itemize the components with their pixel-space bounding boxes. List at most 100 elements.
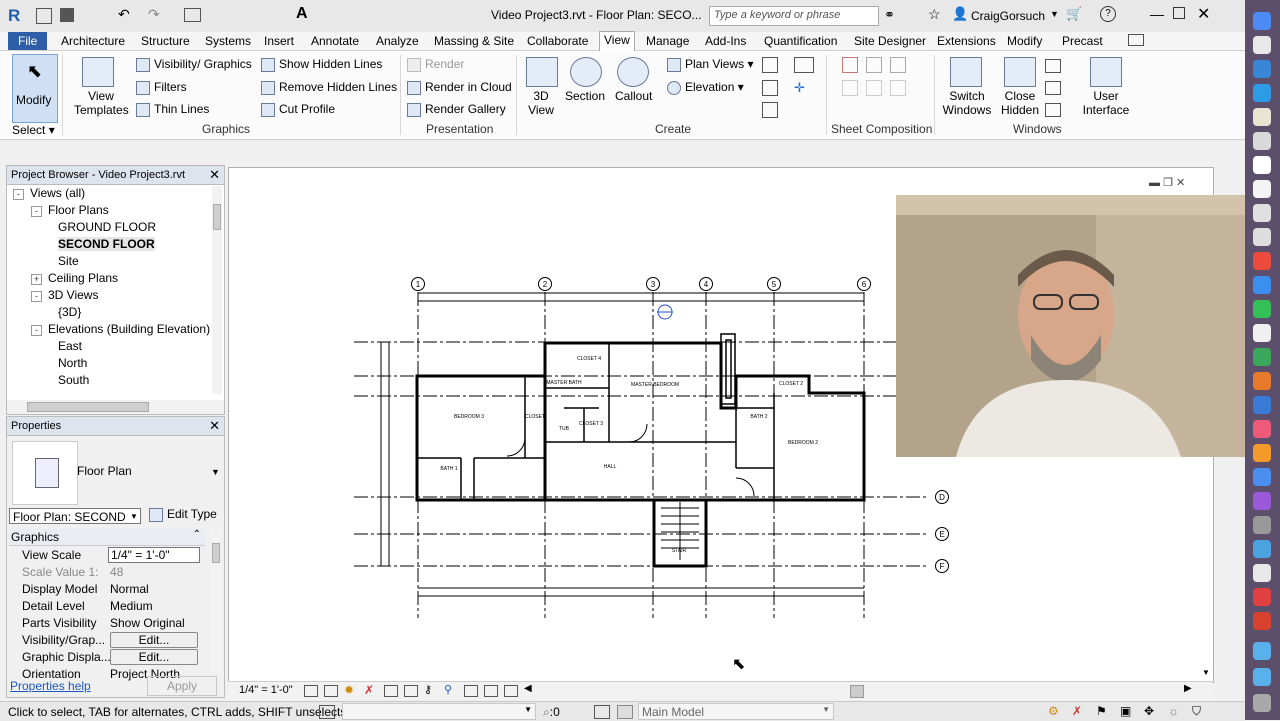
view-scale[interactable]: 1/4" = 1'-0" (239, 684, 293, 696)
property-row[interactable]: Display Model Normal (15, 581, 203, 598)
photos-icon[interactable] (1253, 252, 1271, 270)
tab-modify[interactable]: Modify (1007, 33, 1042, 49)
workset-dropdown[interactable]: ▼ (342, 703, 536, 720)
scroll-down-icon[interactable]: ▼ (1202, 668, 1210, 677)
app-icon[interactable] (1253, 108, 1271, 126)
tree-item[interactable]: East (58, 339, 82, 353)
help-icon[interactable]: ? (1100, 6, 1116, 22)
expand-icon[interactable]: + (31, 274, 42, 285)
tile-icon[interactable] (1045, 103, 1061, 117)
3d-view-button[interactable]: 3D View (526, 89, 556, 117)
music-icon[interactable] (1253, 420, 1271, 438)
horizontal-scroll-thumb[interactable] (850, 685, 864, 698)
app-icon[interactable] (1253, 36, 1271, 54)
tab-analyze[interactable]: Analyze (376, 33, 419, 49)
unlocked-3d-icon[interactable]: ⚷ (424, 683, 432, 696)
property-value[interactable]: 48 (110, 565, 123, 579)
property-row[interactable]: Detail Level Medium (15, 598, 203, 615)
facetime-icon[interactable] (1253, 300, 1271, 318)
replicate-icon[interactable] (1045, 59, 1061, 73)
visibility-graphics-button[interactable]: Visibility/ Graphics (136, 57, 252, 72)
tab-collaborate[interactable]: Collaborate (527, 33, 588, 49)
scroll-left-icon[interactable]: ◀ (524, 683, 532, 694)
maps-icon[interactable] (1253, 228, 1271, 246)
property-row[interactable]: Scale Value 1: 48 (15, 564, 203, 581)
property-value[interactable]: Normal (110, 582, 149, 596)
filters-button[interactable]: Filters (136, 80, 187, 95)
grid-bubble[interactable]: D (935, 490, 949, 504)
tree-item[interactable]: - Elevations (Building Elevation) (31, 322, 210, 336)
close-icon[interactable]: ✕ (1197, 4, 1210, 24)
scroll-right-icon[interactable]: ▶ (1184, 683, 1192, 694)
visual-style-icon[interactable] (324, 685, 338, 697)
drafting-view-icon[interactable] (794, 57, 814, 73)
tree-item[interactable]: Site (58, 254, 79, 268)
app-icon[interactable] (1253, 612, 1271, 630)
apply-button[interactable]: Apply (147, 676, 217, 696)
render-in-cloud-button[interactable]: Render in Cloud (407, 80, 512, 95)
folder-icon[interactable] (1253, 642, 1271, 660)
scroll-thumb[interactable] (212, 543, 220, 563)
restore-icon[interactable] (1173, 7, 1185, 19)
instance-dropdown[interactable]: Floor Plan: SECOND FL (9, 508, 141, 524)
shadows-icon[interactable]: ✗ (364, 683, 374, 697)
tab-extensions[interactable]: Extensions (937, 33, 996, 49)
placeholder-sheet-icon[interactable] (866, 57, 882, 73)
edit-type-button[interactable]: Edit Type (149, 507, 217, 522)
tree-item[interactable]: + Ceiling Plans (31, 271, 118, 285)
tab-structure[interactable]: Structure (141, 33, 190, 49)
tab-systems[interactable]: Systems (205, 33, 251, 49)
cart-icon[interactable]: 🛒 (1066, 6, 1082, 22)
user-name[interactable]: CraigGorsuch (971, 9, 1045, 23)
app-icon[interactable] (1253, 372, 1271, 390)
app-icon[interactable] (1253, 564, 1271, 582)
tab-add-ins[interactable]: Add-Ins (705, 33, 746, 49)
modify-button[interactable]: ⬉ Modify (12, 54, 58, 123)
property-value[interactable]: Medium (110, 599, 153, 613)
callout-button[interactable]: Callout (615, 89, 652, 103)
horizontal-scrollbar[interactable] (7, 400, 224, 414)
podcasts-icon[interactable] (1253, 492, 1271, 510)
redo-icon[interactable]: ↷ (148, 6, 160, 23)
user-interface-button[interactable]: User Interface (1082, 89, 1130, 117)
group-header[interactable]: Graphics ⌃ (9, 529, 205, 546)
tab-site-designer[interactable]: Site Designer (854, 33, 926, 49)
drag-elements-icon[interactable]: ✥ (1144, 704, 1154, 718)
temp-view-props-icon[interactable] (484, 685, 498, 697)
cut-profile-button[interactable]: Cut Profile (261, 102, 335, 117)
property-value[interactable]: 1/4" = 1'-0" (108, 547, 200, 563)
property-row[interactable]: View Scale 1/4" = 1'-0" (15, 547, 203, 564)
chevron-down-icon[interactable]: ▼ (822, 705, 830, 714)
print-icon[interactable] (184, 8, 201, 22)
app-icon[interactable] (1253, 540, 1271, 558)
app-store-icon[interactable] (1253, 468, 1271, 486)
chrome-icon[interactable] (1253, 588, 1271, 606)
tree-item[interactable]: SECOND FLOOR (58, 237, 155, 251)
active-option-icon[interactable] (617, 705, 633, 719)
undo-icon[interactable]: ↶ (118, 6, 130, 23)
open-icon[interactable] (36, 8, 52, 24)
cascade-icon[interactable] (1045, 81, 1061, 95)
revit-logo[interactable]: R (8, 6, 24, 25)
search-input[interactable]: Type a keyword or phrase (709, 6, 879, 26)
collapse-icon[interactable]: - (31, 325, 42, 336)
tree-item[interactable]: GROUND FLOOR (58, 220, 156, 234)
notes-icon[interactable] (1253, 180, 1271, 198)
chevron-down-icon[interactable]: ▼ (1050, 9, 1059, 19)
close-hidden-button[interactable]: Close Hidden (998, 89, 1042, 117)
keynote-icon[interactable] (1253, 396, 1271, 414)
tree-item[interactable]: - Floor Plans (31, 203, 109, 217)
select-dropdown[interactable]: Select ▾ (12, 123, 55, 137)
select-underlay-icon[interactable]: ✗ (1072, 704, 1082, 718)
settings-icon[interactable] (1253, 516, 1271, 534)
legend-icon[interactable] (762, 80, 778, 96)
chevron-down-icon[interactable]: ▼ (130, 512, 138, 521)
scroll-thumb[interactable] (213, 204, 221, 230)
grid-bubble[interactable]: 2 (538, 277, 552, 291)
select-links-icon[interactable]: ⚙ (1048, 704, 1059, 718)
messages-icon[interactable] (1253, 276, 1271, 294)
property-value[interactable]: Show Original (110, 616, 185, 630)
property-row[interactable]: Parts Visibility Show Original (15, 615, 203, 632)
safari-icon[interactable] (1253, 60, 1271, 78)
schedules-icon[interactable] (762, 102, 778, 118)
